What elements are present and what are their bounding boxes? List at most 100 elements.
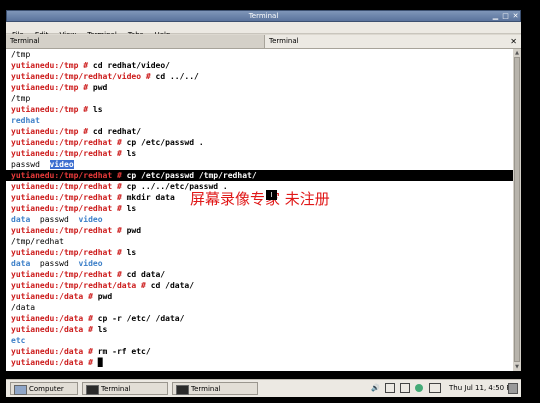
shell-prompt: yutianedu:/data # [11, 358, 98, 367]
taskbar-computer-button[interactable]: Computer [10, 382, 78, 395]
terminal-line: passwd video [6, 159, 513, 170]
maximize-icon[interactable]: □ [501, 12, 510, 20]
terminal-text: pwd [92, 83, 108, 92]
shell-prompt: yutianedu:/tmp # [11, 83, 93, 92]
terminal-line: /tmp/redhat [6, 236, 513, 247]
window-title: Terminal [248, 12, 279, 20]
desktop: Terminal ▁ □ ✕ File Edit View Terminal T… [0, 0, 540, 403]
terminal-line: yutianedu:/tmp/redhat # cp /etc/passwd /… [6, 170, 513, 181]
close-tab-icon[interactable]: ✕ [510, 35, 517, 48]
shell-prompt: yutianedu:/tmp/redhat # [11, 171, 127, 180]
terminal-line: yutianedu:/tmp/redhat/video # cd ../../ [6, 71, 513, 82]
terminal-line: yutianedu:/data # █ [6, 357, 513, 368]
volume-icon[interactable]: 🔊 [371, 384, 380, 392]
terminal-text: ls [126, 248, 137, 257]
terminal-line: yutianedu:/tmp/redhat # ls [6, 247, 513, 258]
tab-label: Terminal [10, 37, 40, 45]
close-icon[interactable]: ✕ [511, 12, 520, 20]
terminal-line: yutianedu:/tmp # cd redhat/video/ [6, 60, 513, 71]
terminal-text: rm -rf etc/ [97, 347, 151, 356]
terminal-line: /data [6, 302, 513, 313]
shell-prompt: yutianedu:/tmp/redhat # [11, 193, 127, 202]
shell-prompt: yutianedu:/tmp # [11, 127, 93, 136]
terminal-line: data passwd video [6, 258, 513, 269]
terminal-text: video [78, 215, 103, 224]
terminal-text: ls [92, 105, 103, 114]
taskbar-terminal-button-2[interactable]: Terminal [172, 382, 258, 395]
window-titlebar[interactable]: Terminal ▁ □ ✕ [6, 10, 521, 22]
terminal-text: /tmp/redhat [11, 237, 64, 246]
shell-prompt: yutianedu:/tmp/redhat # [11, 204, 127, 213]
scroll-up-icon[interactable]: ▲ [514, 50, 520, 56]
shell-prompt: yutianedu:/data # [11, 347, 98, 356]
terminal-text: cd ../../ [155, 72, 199, 81]
terminal-text: pwd [97, 292, 113, 301]
terminal-text: passwd [11, 160, 40, 169]
terminal-line: yutianedu:/tmp/redhat # cp /etc/passwd . [6, 137, 513, 148]
taskbar-button-label: Terminal [191, 385, 221, 393]
shell-prompt: yutianedu:/tmp/redhat/video # [11, 72, 156, 81]
terminal-line: yutianedu:/tmp/redhat/data # cd /data/ [6, 280, 513, 291]
terminal-line: yutianedu:/data # pwd [6, 291, 513, 302]
keyboard-icon[interactable] [428, 383, 441, 393]
clock[interactable]: Thu Jul 11, 4:50 PM [449, 382, 517, 395]
terminal-text: cd /data/ [150, 281, 195, 290]
terminal-text: mkdir data [126, 193, 175, 202]
terminal-text: cd data/ [126, 270, 166, 279]
taskbar: Computer Terminal Terminal 🔊 Thu Jul 11,… [6, 379, 521, 397]
terminal-text: video [49, 160, 74, 169]
terminal-line: data passwd video [6, 214, 513, 225]
terminal-line: redhat [6, 115, 513, 126]
terminal-scrollbar[interactable]: ▲ ▼ [513, 49, 521, 371]
terminal-text: etc [11, 336, 26, 345]
watermark-text: 屏幕录像专家 未注册 [190, 190, 330, 208]
display-icon[interactable] [400, 383, 411, 393]
terminal-text: /tmp [11, 50, 31, 59]
terminal-line: yutianedu:/tmp # pwd [6, 82, 513, 93]
terminal-text: video [78, 259, 103, 268]
scroll-down-icon[interactable]: ▼ [514, 364, 520, 370]
terminal-line: /tmp [6, 49, 513, 60]
terminal-text: cd redhat/video/ [92, 61, 170, 70]
shell-prompt: yutianedu:/data # [11, 292, 98, 301]
terminal-icon [86, 385, 99, 395]
tab-label: Terminal [269, 37, 299, 45]
terminal-line: yutianedu:/data # rm -rf etc/ [6, 346, 513, 357]
shell-prompt: yutianedu:/tmp/redhat # [11, 182, 127, 191]
update-icon[interactable] [415, 384, 424, 392]
terminal-text: cd redhat/ [92, 127, 142, 136]
scrollbar-thumb[interactable] [514, 57, 520, 362]
taskbar-button-label: Computer [29, 385, 64, 393]
tab-terminal-2[interactable]: Terminal ✕ [264, 35, 521, 48]
shell-prompt: yutianedu:/tmp/redhat # [11, 138, 127, 147]
terminal-output[interactable]: /tmp yutianedu:/tmp # cd redhat/video/yut… [6, 49, 513, 371]
terminal-text: passwd [30, 215, 79, 224]
shell-prompt: yutianedu:/tmp # [11, 105, 93, 114]
shell-prompt: yutianedu:/tmp/redhat # [11, 248, 127, 257]
tab-bar: Terminal Terminal ✕ [6, 34, 521, 49]
terminal-text: ls [126, 149, 137, 158]
terminal-text: █ [97, 358, 103, 367]
terminal-line: yutianedu:/tmp/redhat # cd data/ [6, 269, 513, 280]
text-cursor-icon: I [266, 190, 277, 200]
network-icon[interactable] [384, 383, 395, 393]
terminal-text: redhat [11, 116, 40, 125]
shell-prompt: yutianedu:/tmp # [11, 61, 93, 70]
minimize-icon[interactable]: ▁ [491, 12, 500, 20]
shell-prompt: yutianedu:/tmp/redhat # [11, 226, 127, 235]
terminal-line: yutianedu:/tmp/redhat # pwd [6, 225, 513, 236]
terminal-text: /data [11, 303, 36, 312]
terminal-line: etc [6, 335, 513, 346]
taskbar-terminal-button-1[interactable]: Terminal [82, 382, 168, 395]
terminal-line: yutianedu:/data # ls [6, 324, 513, 335]
terminal-line: /tmp [6, 93, 513, 104]
shell-prompt: yutianedu:/tmp/redhat # [11, 149, 127, 158]
terminal-line: yutianedu:/tmp # ls [6, 104, 513, 115]
tab-terminal-1[interactable]: Terminal [6, 35, 264, 48]
trash-icon[interactable] [508, 383, 518, 394]
shell-prompt: yutianedu:/tmp/redhat/data # [11, 281, 151, 290]
computer-icon [14, 385, 27, 395]
terminal-text: data [11, 215, 31, 224]
taskbar-button-label: Terminal [101, 385, 131, 393]
terminal-text: /tmp [11, 94, 31, 103]
